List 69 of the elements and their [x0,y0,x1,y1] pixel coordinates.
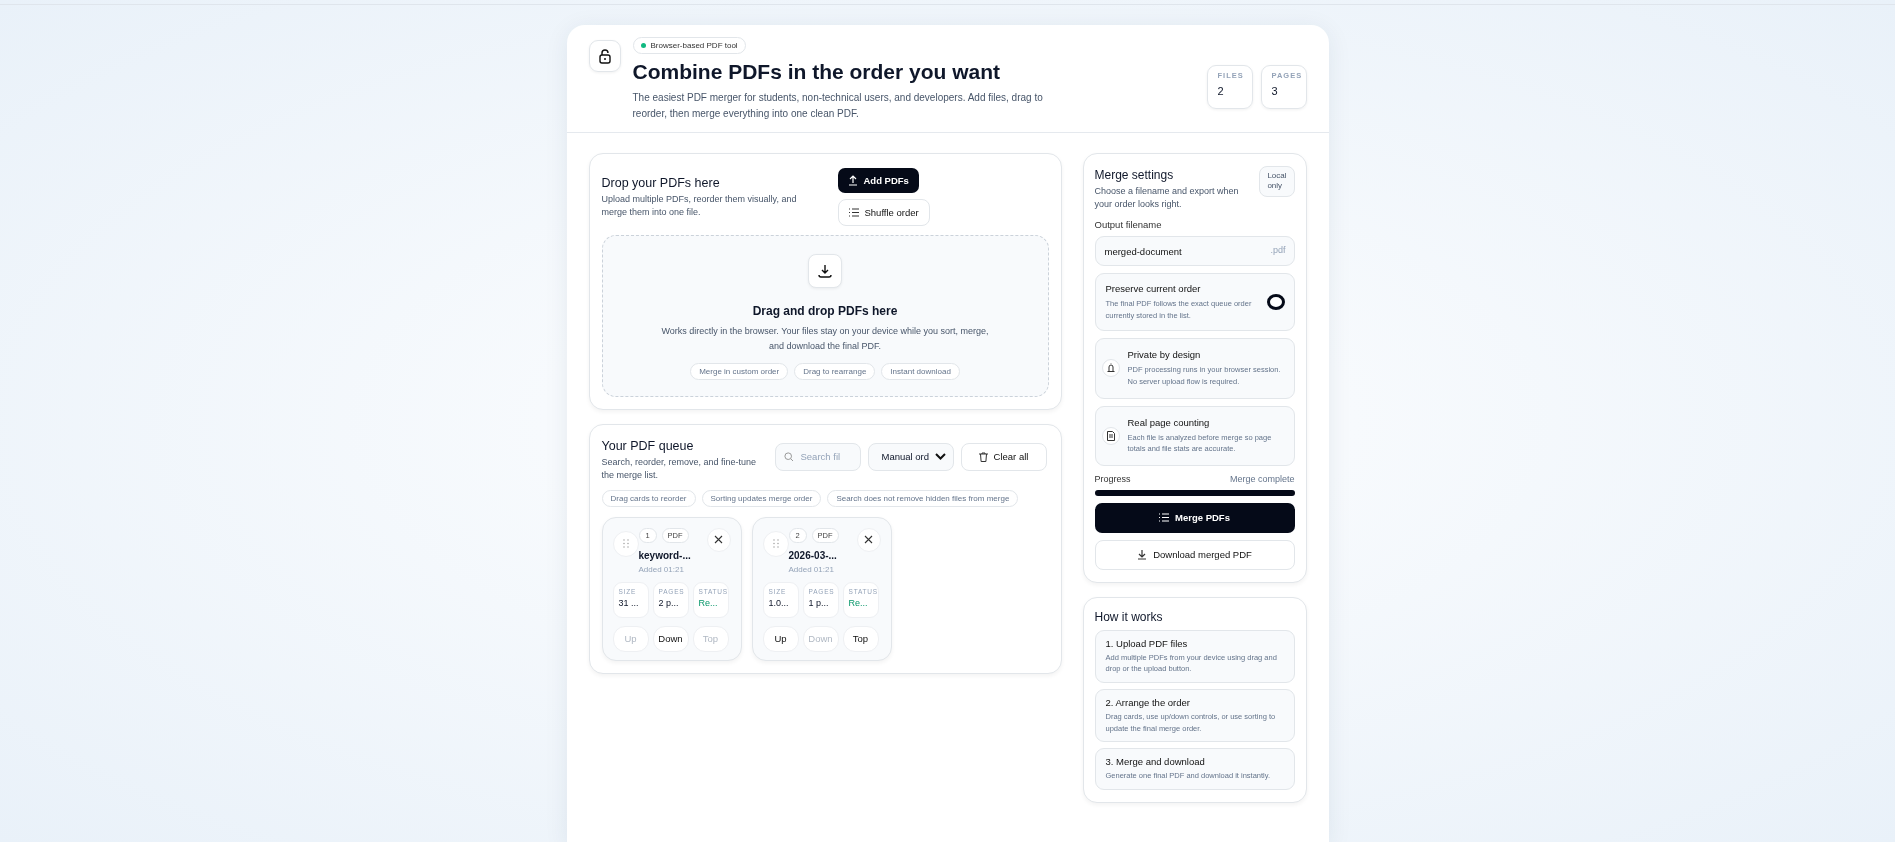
dropzone-description: Works directly in the browser. Your files stay on your device while you sort, merge, and download the final PDF. [660,325,990,354]
toggle-switch[interactable] [1266,294,1285,311]
search-icon [783,451,794,462]
lock-icon [588,40,621,72]
move-button[interactable]: Top [842,625,879,652]
extension-label: .pdf [1270,245,1286,256]
trash-icon [978,451,988,462]
drag-handle-icon[interactable] [762,530,789,557]
hint-chip: Sorting updates merge order [701,489,822,507]
local-only-badge: Local only [1259,166,1295,197]
hint-chip: Search does not remove hidden files from merge [827,489,1019,507]
section-title: Drop your PDFs here [601,176,721,190]
add-pdfs-button[interactable]: Add PDFs [837,168,919,193]
progress-status: Merge complete [1229,473,1295,484]
step-title: 1. Upload PDF files [1105,637,1189,649]
added-time: Added 01:21 [788,564,834,574]
section-title: Merge settings [1094,168,1175,182]
download-merged-pdf-button[interactable]: Download merged PDF [1094,539,1295,570]
close-button[interactable] [706,527,731,552]
stat-value: Re... [698,597,719,608]
move-button[interactable]: Down [652,625,689,652]
shuffle-order-button[interactable]: Shuffle order [837,199,930,226]
section-title: Your PDF queue [601,438,695,453]
stat-value: 31 ... [618,597,640,608]
merge-pdfs-button[interactable]: Merge PDFs [1094,502,1295,533]
close-button[interactable] [856,527,881,552]
page-title: Combine PDFs in the order you want [632,60,1001,84]
page-description: The easiest PDF merger for students, non-technical users, and developers. Add files, drag to reorder, then merge everything into one clean PDF. [632,91,1044,121]
info-title: Real page counting [1127,416,1211,428]
upload-icon [847,175,858,186]
stat-value: 2 p... [658,597,680,608]
stat-value: 1.0... [768,597,790,608]
section-description: Choose a filename and export when your order looks right. [1094,185,1240,212]
file-name: 2026-03-... [788,549,837,561]
list-icon [848,208,859,217]
added-time: Added 01:21 [638,564,684,574]
section-title: How it works [1094,609,1164,624]
download-icon [1137,549,1148,561]
option-title: Preserve current order [1105,283,1202,295]
stat-value: 1 p... [808,597,830,608]
field-label: Output filename [1094,219,1163,231]
step-title: 3. Merge and download [1105,756,1206,768]
sort-dropdown[interactable]: Manual ord [867,442,954,471]
section-description: Upload multiple PDFs, reorder them visually, and merge them into one file. [601,193,798,220]
chevron-down-icon [934,453,946,461]
drag-handle-icon[interactable] [612,530,639,557]
search-field[interactable]: Search fil [774,442,861,471]
move-button[interactable]: Up [762,625,799,652]
feature-chip: Merge in custom order [690,362,789,380]
section-description: Search, reorder, remove, and fine-tune the merge list. [601,455,758,482]
stat-value: 3 [1271,85,1279,97]
stat-value: 2 [1217,85,1225,97]
stat-value: Re... [848,597,869,608]
hint-chip: Drag cards to reorder [601,489,696,507]
document-icon [1101,426,1120,445]
info-title: Private by design [1127,349,1202,361]
dropzone-title: Drag and drop PDFs here [752,304,898,318]
list-icon [1159,513,1170,523]
progress-label: Progress [1094,473,1131,484]
clear-all-button[interactable]: Clear all [960,442,1047,471]
dropzone[interactable]: Drag and drop PDFs here Works directly in the browser. Your files stay on your device while you sort, merge, and download the final PDF. Merge in custom order Drag to rearrange Instant download [601,235,1049,397]
file-name: keyword-... [638,549,691,561]
download-icon [808,254,842,288]
close-icon [714,535,723,545]
step-title: 2. Arrange the order [1105,697,1191,709]
bell-icon [1101,359,1120,378]
feature-chip: Instant download [881,362,960,380]
close-icon [864,535,873,545]
feature-chip: Drag to rearrange [794,362,876,380]
